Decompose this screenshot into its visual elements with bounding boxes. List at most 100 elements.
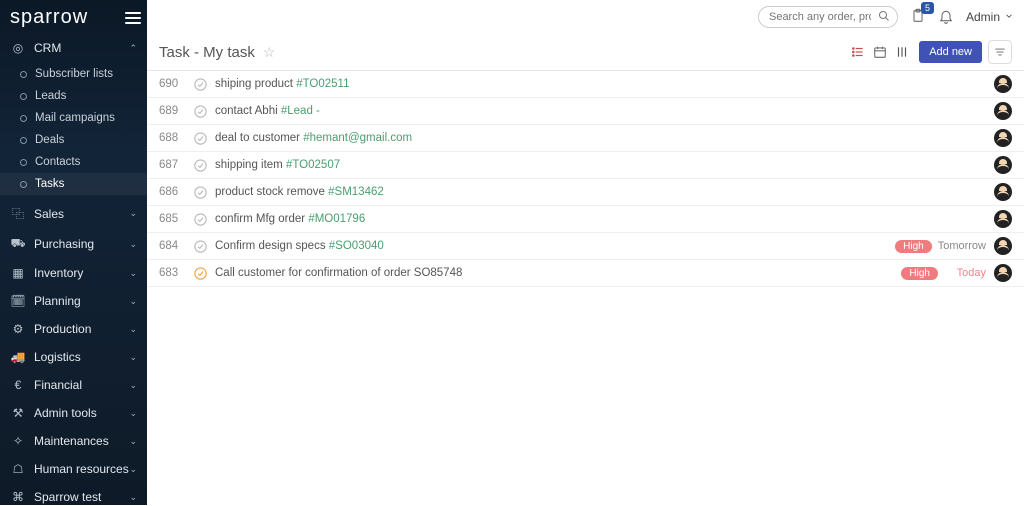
task-row[interactable]: 687shipping item #TO02507 <box>147 152 1024 179</box>
section-icon: ⛟ <box>10 236 26 252</box>
sidebar-scroll: ◎CRM⌃ Subscriber lists Leads Mail campaigns… <box>0 35 147 506</box>
sidebar-section-sparrow-test[interactable]: ⌘Sparrow test⌄ <box>0 484 147 506</box>
check-circle-icon[interactable] <box>193 266 215 281</box>
task-row[interactable]: 685confirm Mfg order #MO01796 <box>147 206 1024 233</box>
sidebar-section-inventory[interactable]: ▦Inventory⌄ <box>0 260 147 286</box>
chevron-down-icon: ⌄ <box>129 239 137 250</box>
section-label: Logistics <box>34 350 81 364</box>
task-link[interactable]: #SM13462 <box>328 186 384 198</box>
section-icon: ▦ <box>10 266 26 280</box>
sidebar-section-production[interactable]: ⚙Production⌄ <box>0 316 147 342</box>
search-icon[interactable] <box>878 10 890 25</box>
assignee-avatar[interactable] <box>994 237 1012 255</box>
section-label: Planning <box>34 294 81 308</box>
star-icon[interactable]: ☆ <box>263 44 276 61</box>
check-circle-icon[interactable] <box>193 239 215 254</box>
task-number: 689 <box>159 105 193 117</box>
section-icon: 🚚 <box>10 350 26 364</box>
sidebar-section-maintenances[interactable]: ✧Maintenances⌄ <box>0 428 147 454</box>
sidebar-item-subscriber-lists[interactable]: Subscriber lists <box>0 63 147 85</box>
notif-badge: 5 <box>921 2 934 14</box>
sidebar-section-sales[interactable]: ⿻Sales⌄ <box>0 199 147 228</box>
chevron-down-icon <box>1004 10 1014 24</box>
search-input[interactable] <box>758 6 898 28</box>
sidebar-section-crm[interactable]: ◎CRM⌃ <box>0 35 147 61</box>
section-label: Financial <box>34 378 82 392</box>
assignee-avatar[interactable] <box>994 102 1012 120</box>
task-text: deal to customer #hemant@gmail.com <box>215 132 994 144</box>
task-link[interactable]: #TO02511 <box>296 78 349 90</box>
sidebar-section-human-resources[interactable]: ☖Human resources⌄ <box>0 456 147 482</box>
assignee-avatar[interactable] <box>994 156 1012 174</box>
view-list-icon[interactable] <box>851 45 865 59</box>
check-circle-icon[interactable] <box>193 131 215 146</box>
check-circle-icon[interactable] <box>193 212 215 227</box>
task-number: 688 <box>159 132 193 144</box>
task-row[interactable]: 686product stock remove #SM13462 <box>147 179 1024 206</box>
section-label: Sparrow test <box>34 490 101 504</box>
sidebar-item-deals[interactable]: Deals <box>0 129 147 151</box>
task-text: product stock remove #SM13462 <box>215 186 994 198</box>
section-label: Admin tools <box>34 406 97 420</box>
sidebar-item-label: Deals <box>35 134 64 146</box>
section-icon: 🗓 <box>10 294 26 308</box>
chevron-down-icon: ⌄ <box>129 464 137 475</box>
search-box <box>758 6 898 28</box>
view-calendar-icon[interactable] <box>873 45 887 59</box>
sidebar-item-label: Tasks <box>35 178 64 190</box>
task-row[interactable]: 683Call customer for confirmation of ord… <box>147 260 1024 287</box>
check-circle-icon[interactable] <box>193 185 215 200</box>
check-circle-icon[interactable] <box>193 104 215 119</box>
sidebar-section-purchasing[interactable]: ⛟Purchasing⌄ <box>0 230 147 258</box>
sidebar-section-planning[interactable]: 🗓Planning⌄ <box>0 288 147 314</box>
task-link[interactable]: #MO01796 <box>308 213 365 225</box>
sidebar-item-leads[interactable]: Leads <box>0 85 147 107</box>
assignee-avatar[interactable] <box>994 183 1012 201</box>
section-icon: ⚙ <box>10 322 26 336</box>
task-row[interactable]: 690shiping product #TO02511 <box>147 71 1024 98</box>
task-row[interactable]: 688 deal to customer #hemant@gmail.com <box>147 125 1024 152</box>
task-link[interactable]: #SO03040 <box>329 240 384 252</box>
task-row[interactable]: 689 contact Abhi #Lead - <box>147 98 1024 125</box>
hamburger-icon[interactable] <box>125 12 141 24</box>
bell-icon[interactable] <box>938 8 954 27</box>
view-kanban-icon[interactable] <box>895 45 909 59</box>
topbar: 5 Admin <box>147 0 1024 34</box>
add-new-button[interactable]: Add new <box>919 41 982 63</box>
assignee-avatar[interactable] <box>994 264 1012 282</box>
task-text: shiping product #TO02511 <box>215 78 994 90</box>
section-icon: ◎ <box>10 41 26 55</box>
due-date: Today <box>944 267 986 279</box>
sidebar-section-logistics[interactable]: 🚚 Logistics ⌄ <box>0 344 147 370</box>
sidebar-item-label: Subscriber lists <box>35 68 113 80</box>
clipboard-icon[interactable]: 5 <box>910 8 926 27</box>
section-label: Sales <box>34 207 64 221</box>
sidebar-section-financial[interactable]: €Financial⌄ <box>0 372 147 398</box>
sidebar-item-label: Contacts <box>35 156 80 168</box>
filter-button[interactable] <box>988 40 1012 64</box>
sidebar-section-admin-tools[interactable]: ⚒Admin tools⌄ <box>0 400 147 426</box>
sidebar-item-mail-campaigns[interactable]: Mail campaigns <box>0 107 147 129</box>
assignee-avatar[interactable] <box>994 129 1012 147</box>
chevron-up-icon: ⌃ <box>129 43 137 54</box>
task-number: 687 <box>159 159 193 171</box>
user-menu[interactable]: Admin <box>966 10 1014 24</box>
check-circle-icon[interactable] <box>193 77 215 92</box>
task-link[interactable]: #TO02507 <box>286 159 340 171</box>
task-text: Call customer for confirmation of order … <box>215 267 901 279</box>
sidebar-item-tasks[interactable]: Tasks <box>0 173 147 195</box>
chevron-down-icon: ⌄ <box>129 208 137 219</box>
assignee-avatar[interactable] <box>994 75 1012 93</box>
task-link[interactable]: #hemant@gmail.com <box>303 132 412 144</box>
task-link[interactable]: #Lead - <box>281 105 320 117</box>
task-list: 690shiping product #TO02511 689 contact Ab… <box>147 71 1024 287</box>
check-circle-icon[interactable] <box>193 158 215 173</box>
section-icon: ✧ <box>10 434 26 448</box>
chevron-down-icon: ⌄ <box>129 352 137 363</box>
sidebar-item-contacts[interactable]: Contacts <box>0 151 147 173</box>
task-text: contact Abhi #Lead - <box>215 105 994 117</box>
sidebar-item-label: Leads <box>35 90 66 102</box>
task-number: 684 <box>159 240 193 252</box>
task-row[interactable]: 684Confirm design specs #SO03040HighTomo… <box>147 233 1024 260</box>
assignee-avatar[interactable] <box>994 210 1012 228</box>
